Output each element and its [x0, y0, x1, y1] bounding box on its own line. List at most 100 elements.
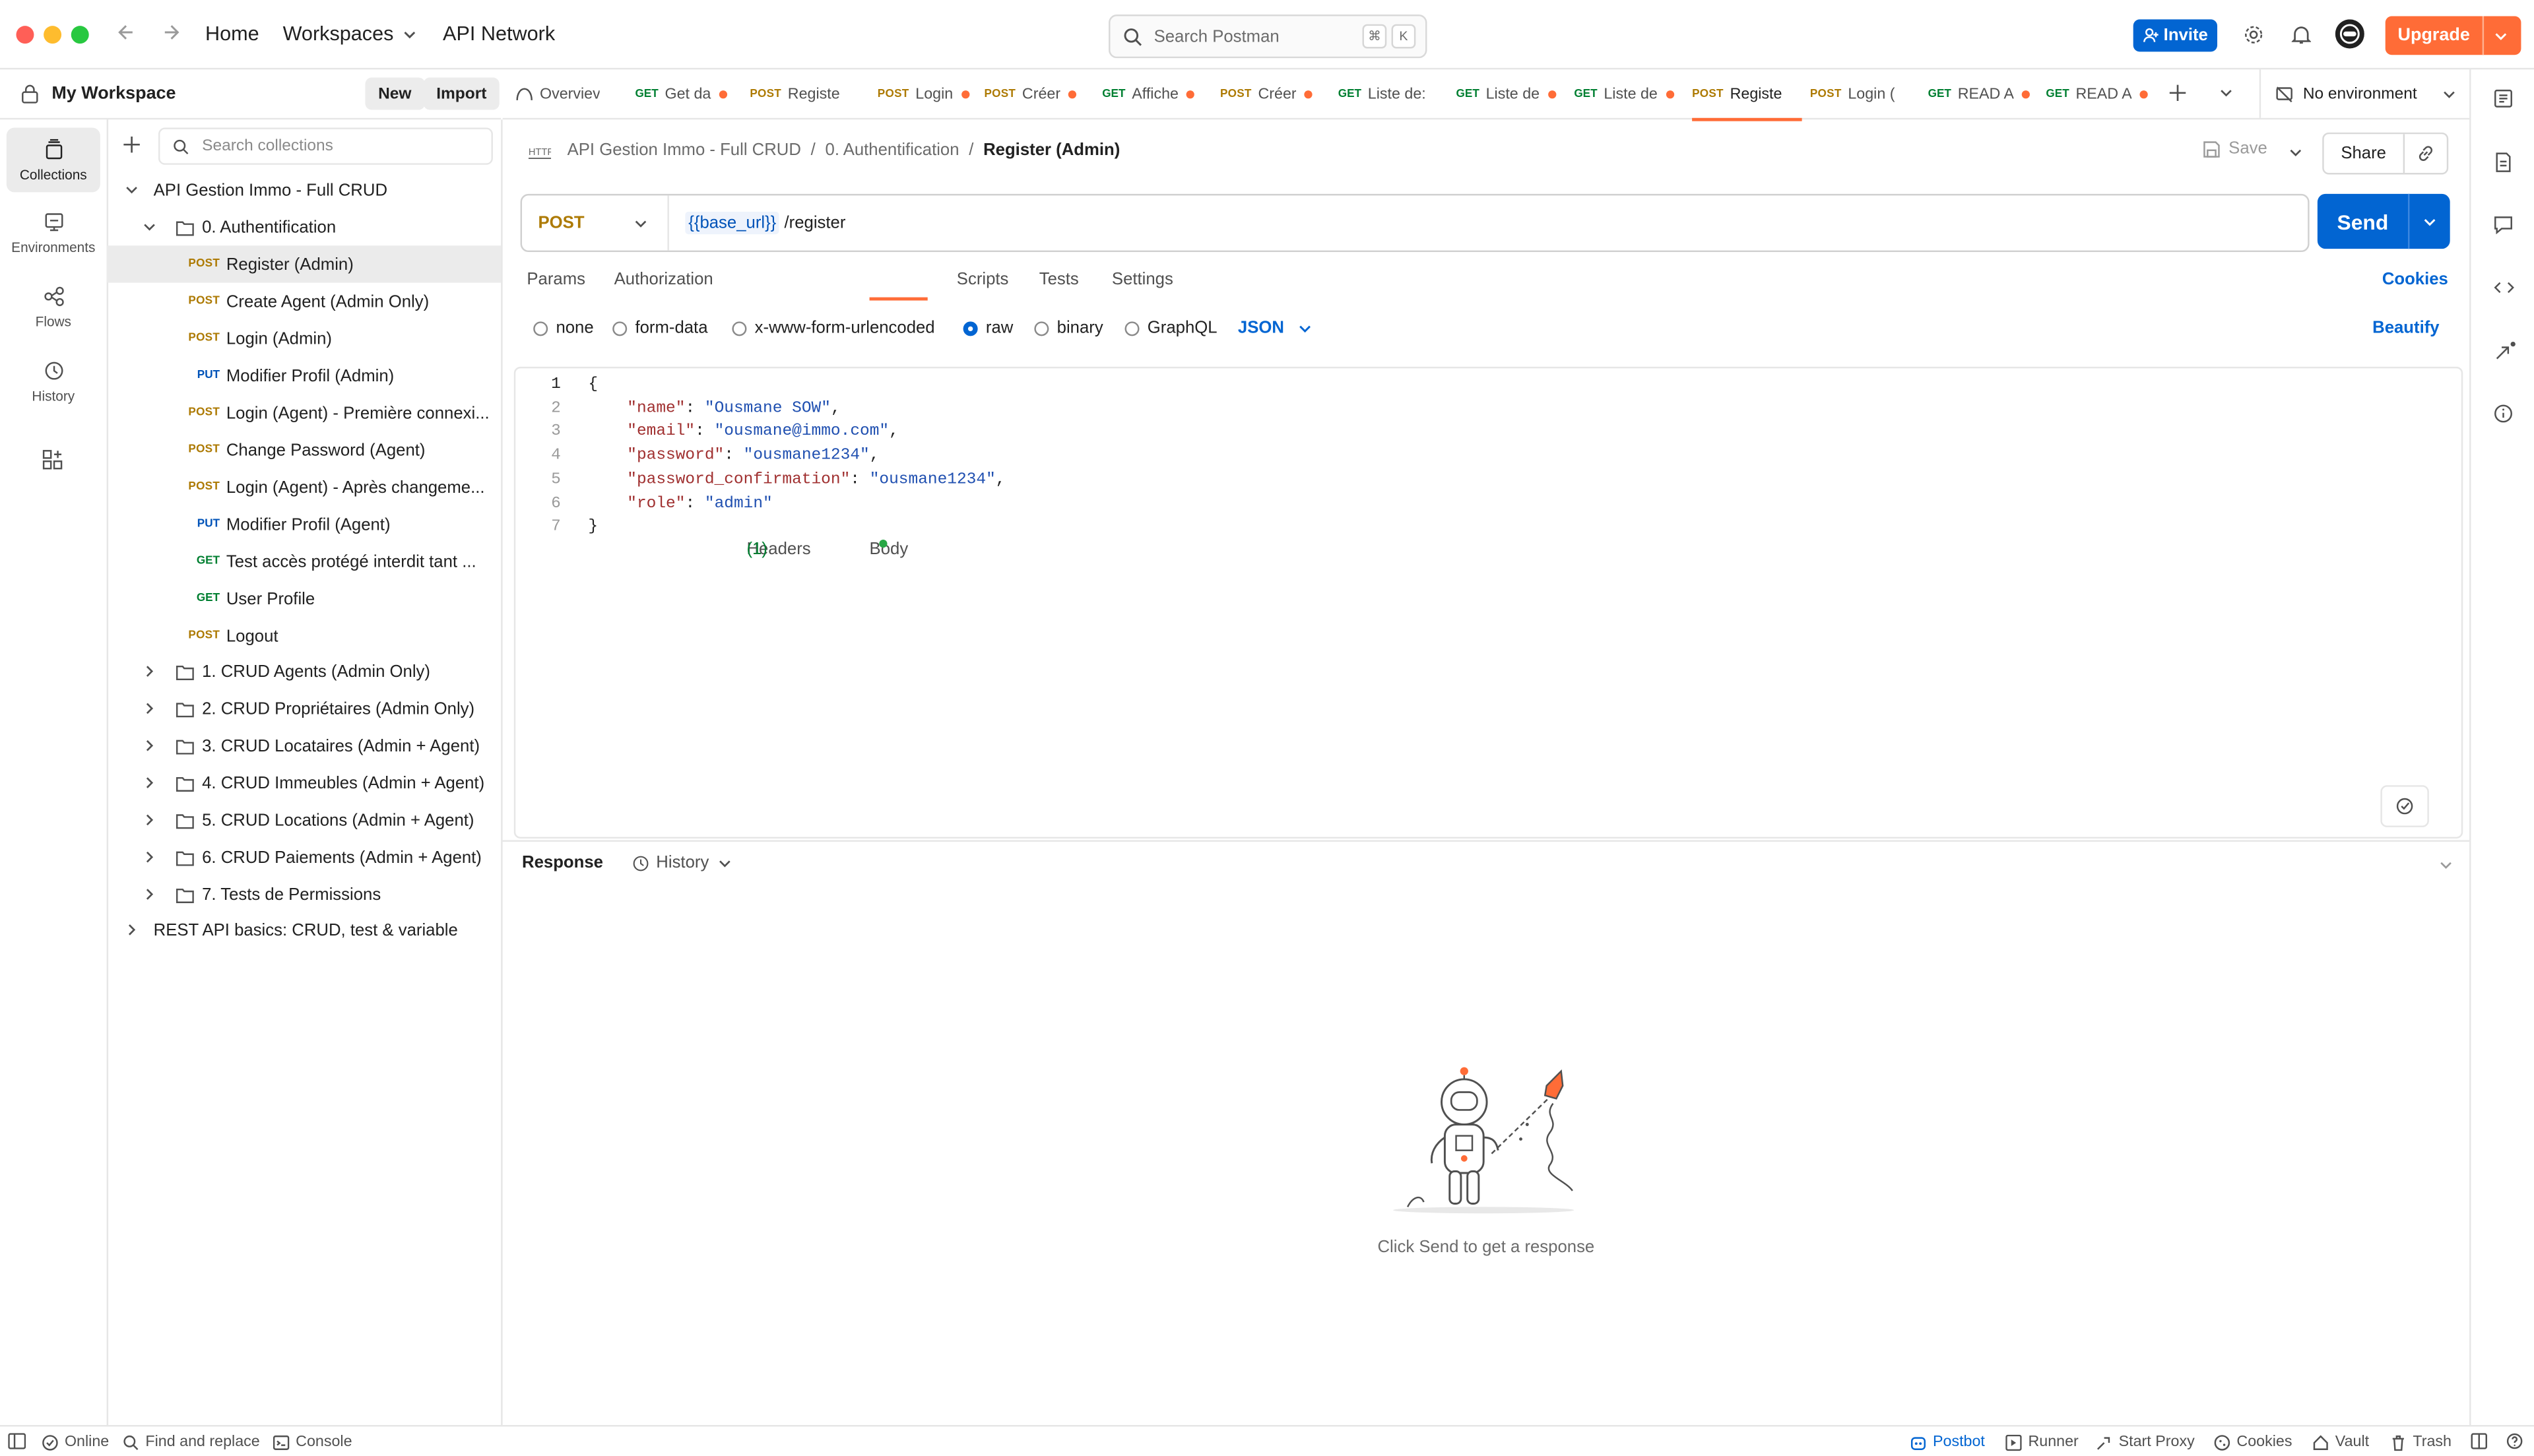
collection-item[interactable]: REST API basics: CRUD, test & variable [107, 911, 502, 948]
upgrade-button[interactable]: Upgrade [2385, 16, 2521, 55]
forward-arrow-icon[interactable] [162, 22, 181, 42]
url-input[interactable]: {{base_url}} /register [685, 211, 845, 235]
body-type-raw[interactable]: raw [963, 318, 1013, 338]
body-type-form-data[interactable]: form-data [612, 318, 708, 338]
related-collections-icon[interactable] [2494, 341, 2516, 362]
request-item[interactable]: GET Test accès protégé interdit tant ... [107, 543, 502, 580]
breadcrumb-collection[interactable]: API Gestion Immo - Full CRUD [568, 141, 801, 160]
request-tab[interactable]: GET Get da [635, 69, 745, 117]
rail-item-environments[interactable]: Environments [7, 201, 100, 265]
chevron-down-icon[interactable] [143, 220, 157, 234]
new-tab-plus-icon[interactable] [2169, 84, 2187, 102]
folder-item[interactable]: 5. CRUD Locations (Admin + Agent) [107, 802, 502, 839]
code-icon[interactable] [2494, 278, 2515, 297]
rail-item-collections[interactable]: Collections [6, 127, 100, 193]
request-item[interactable]: POST Register (Admin) [106, 245, 502, 283]
request-tab[interactable]: GET Liste de [1574, 69, 1684, 117]
trash-button[interactable]: Trash [2390, 1433, 2452, 1451]
request-tab[interactable]: POST Créer [984, 69, 1094, 117]
tab-settings[interactable]: Settings [1112, 270, 1173, 289]
chevron-right-icon[interactable] [143, 738, 157, 753]
tab-tests[interactable]: Tests [1039, 270, 1079, 289]
body-type-graphql[interactable]: GraphQL [1124, 318, 1218, 338]
request-tab[interactable]: POST Login [878, 69, 988, 117]
tab-params[interactable]: Params [527, 270, 585, 289]
chevron-right-icon[interactable] [125, 922, 139, 937]
share-button[interactable]: Share [2324, 144, 2403, 163]
settings-gear-icon[interactable] [2243, 24, 2264, 46]
two-pane-layout-icon[interactable] [2471, 1433, 2488, 1449]
chevron-right-icon[interactable] [143, 813, 157, 827]
request-item[interactable]: POST Change Password (Agent) [107, 431, 502, 468]
beautify-button[interactable]: Beautify [2372, 318, 2439, 337]
plus-icon[interactable] [123, 136, 141, 154]
chevron-right-icon[interactable] [143, 850, 157, 864]
folder-item[interactable]: 1. CRUD Agents (Admin Only) [107, 652, 502, 689]
request-tab[interactable]: POST Registe [750, 69, 860, 117]
collections-search-input[interactable]: Search collections [158, 127, 493, 165]
close-window-button[interactable] [16, 26, 34, 44]
start-proxy-button[interactable]: Start Proxy [2096, 1433, 2195, 1451]
request-item[interactable]: PUT Modifier Profil (Agent) [107, 506, 502, 543]
workspace-name[interactable]: My Workspace [51, 84, 176, 103]
editor-format-icon[interactable] [2380, 785, 2429, 827]
request-item[interactable]: POST Login (Agent) - Après changeme... [107, 468, 502, 505]
invite-button[interactable]: Invite [2133, 19, 2218, 52]
tab-authorization[interactable]: Authorization [614, 270, 713, 289]
documentation-icon[interactable] [2494, 89, 2513, 108]
method-selector[interactable]: POST [522, 195, 669, 251]
runner-button[interactable]: Runner [2005, 1433, 2079, 1451]
send-button[interactable]: Send [2318, 209, 2408, 234]
help-icon[interactable] [2506, 1433, 2523, 1449]
console-button[interactable]: Console [273, 1433, 352, 1451]
request-tab[interactable]: POST Créer [1220, 69, 1330, 117]
postbot-button[interactable]: Postbot [1910, 1433, 1985, 1451]
chevron-down-icon[interactable] [2422, 214, 2437, 228]
import-button[interactable]: Import [423, 77, 500, 110]
configure-sidebar-icon[interactable] [42, 449, 63, 470]
maximize-window-button[interactable] [71, 26, 89, 44]
request-item[interactable]: GET User Profile [107, 580, 502, 617]
info-icon[interactable] [2494, 404, 2513, 423]
request-tab[interactable]: GET Liste de: [1338, 69, 1448, 117]
request-tab[interactable]: POST Registe [1692, 69, 1802, 121]
folder-item[interactable]: 4. CRUD Immeubles (Admin + Agent) [107, 764, 502, 801]
request-item[interactable]: POST Create Agent (Admin Only) [107, 283, 502, 320]
rail-item-history[interactable]: History [7, 349, 100, 414]
request-tab[interactable]: POST Login ( [1810, 69, 1920, 117]
back-arrow-icon[interactable] [116, 22, 135, 42]
body-format-dropdown[interactable]: JSON [1238, 318, 1312, 338]
chevron-right-icon[interactable] [143, 664, 157, 679]
request-tab[interactable]: GET Affiche [1102, 69, 1212, 117]
comments-icon[interactable] [2494, 215, 2513, 235]
response-history-dropdown[interactable]: History [632, 853, 732, 872]
save-button[interactable]: Save [2203, 139, 2267, 158]
request-tab[interactable]: GET Liste de [1456, 69, 1567, 117]
request-item[interactable]: PUT Modifier Profil (Admin) [107, 357, 502, 394]
request-item[interactable]: POST Logout [107, 617, 502, 654]
folder-item[interactable]: 6. CRUD Paiements (Admin + Agent) [107, 839, 502, 875]
folder-item[interactable]: 0. Authentification [107, 208, 502, 245]
avatar[interactable] [2335, 19, 2364, 49]
api-network-link[interactable]: API Network [443, 22, 555, 45]
new-button[interactable]: New [365, 77, 425, 110]
body-type-binary[interactable]: binary [1034, 318, 1103, 338]
chevron-down-icon[interactable] [125, 183, 139, 197]
workspaces-menu[interactable]: Workspaces [283, 22, 416, 46]
toggle-sidebar-icon[interactable] [8, 1433, 26, 1449]
body-code-editor[interactable]: 1 {2 "name": "Ousmane SOW", 3 "email": "ou… [513, 366, 2463, 839]
chevron-down-icon[interactable] [2494, 28, 2508, 43]
cookies-button[interactable]: Cookies [2214, 1433, 2292, 1451]
minimize-window-button[interactable] [44, 26, 62, 44]
request-tab[interactable]: GET READ A [1928, 69, 2038, 117]
find-replace-button[interactable]: Find and replace [123, 1433, 260, 1451]
rail-item-flows[interactable]: Flows [7, 274, 100, 339]
page-icon[interactable] [2494, 152, 2513, 173]
vault-button[interactable]: Vault [2313, 1433, 2369, 1451]
body-type-none[interactable]: none [533, 318, 594, 338]
collection-item[interactable]: API Gestion Immo - Full CRUD [107, 172, 502, 208]
request-item[interactable]: POST Login (Agent) - Première connexi... [107, 395, 502, 431]
copy-link-icon[interactable] [2416, 144, 2435, 163]
save-options-chevron-icon[interactable] [2289, 145, 2303, 160]
body-type-urlencoded[interactable]: x-www-form-urlencoded [732, 318, 935, 338]
